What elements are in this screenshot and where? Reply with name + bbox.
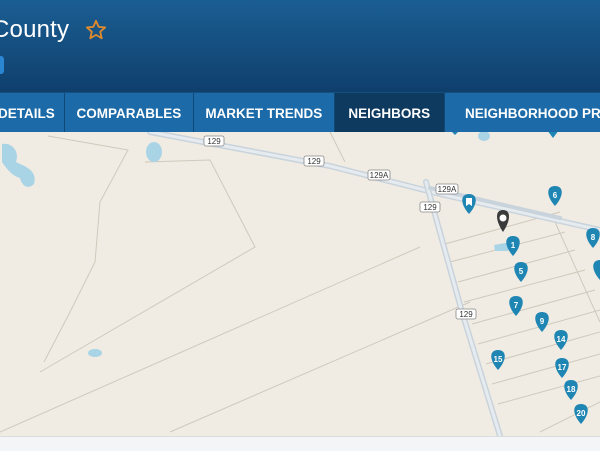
neighbor-marker-partial[interactable] (547, 132, 559, 138)
marker-number: 6 (553, 191, 558, 200)
parcel-lines (0, 132, 600, 433)
marker-number: 9 (540, 317, 545, 326)
neighbor-marker-18[interactable]: 18 (564, 380, 578, 400)
marker-number: 20 (577, 409, 586, 418)
neighbors-map[interactable]: 129 129 129A 129A 129 129 1 5 6 7 8 9 14… (0, 132, 600, 436)
tab-label: NEIGHBORHOOD PRO (465, 105, 600, 121)
neighbor-marker-6[interactable]: 6 (548, 186, 562, 206)
title-row: County (0, 16, 107, 44)
marker-number: 5 (519, 267, 524, 276)
tab-label: COMPARABLES (76, 105, 182, 121)
neighbor-marker-8[interactable]: 8 (586, 228, 600, 248)
tab-label: MARKET TRENDS (205, 105, 323, 121)
road-label: 129 (207, 137, 221, 146)
marker-number: 7 (514, 301, 519, 310)
road-label: 129A (438, 185, 457, 194)
tab-comparables[interactable]: COMPARABLES (65, 93, 195, 133)
neighbor-marker-17[interactable]: 17 (555, 358, 569, 378)
tab-details[interactable]: DETAILS (0, 93, 65, 133)
marker-number: 18 (567, 385, 576, 394)
action-button[interactable] (0, 56, 4, 74)
neighbor-marker-9[interactable]: 9 (535, 312, 549, 332)
neighbor-marker-20[interactable]: 20 (574, 404, 588, 424)
neighbor-marker-partial[interactable] (450, 132, 460, 135)
water-bodies (2, 132, 510, 357)
neighbor-marker-1[interactable]: 1 (506, 236, 520, 256)
tab-neighbors[interactable]: NEIGHBORS (334, 93, 445, 133)
marker-number: 17 (558, 363, 567, 372)
marker-number: 8 (591, 233, 596, 242)
tab-bar: DETAILS COMPARABLES MARKET TRENDS NEIGHB… (0, 92, 600, 133)
road-label: 129 (423, 203, 437, 212)
marker-number: 15 (494, 355, 503, 364)
map-footer (0, 436, 600, 451)
tab-label: NEIGHBORS (348, 105, 431, 121)
neighbor-marker-15[interactable]: 15 (491, 350, 505, 370)
marker-number: 1 (511, 241, 516, 250)
road-label: 129 (459, 310, 473, 319)
neighbor-marker-5[interactable]: 5 (514, 262, 528, 282)
tab-label: DETAILS (0, 105, 55, 121)
page-title: County (0, 16, 70, 43)
marker-number: 14 (557, 335, 566, 344)
bookmark-icon[interactable] (462, 194, 476, 214)
road-label: 129 (307, 157, 321, 166)
tab-neighborhood-profile[interactable]: NEIGHBORHOOD PRO (445, 93, 600, 133)
property-header: County (0, 0, 600, 92)
neighbor-marker-14[interactable]: 14 (554, 330, 568, 350)
neighbor-marker-partial[interactable] (593, 260, 600, 280)
road-label: 129A (370, 171, 389, 180)
map-canvas[interactable]: 129 129 129A 129A 129 129 1 5 6 7 8 9 14… (0, 132, 600, 436)
tab-market-trends[interactable]: MARKET TRENDS (194, 93, 335, 133)
star-icon[interactable] (85, 19, 107, 41)
